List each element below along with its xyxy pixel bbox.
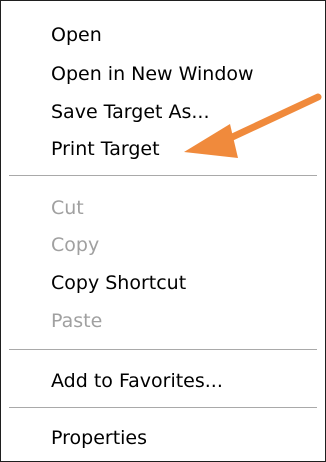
menu-item-copy-shortcut[interactable]: Copy Shortcut [51, 269, 186, 297]
menu-item-print-target[interactable]: Print Target [51, 135, 160, 163]
menu-item-add-to-favorites[interactable]: Add to Favorites... [51, 367, 223, 395]
menu-item-open[interactable]: Open [51, 21, 102, 49]
menu-item-save-target-as[interactable]: Save Target As... [51, 98, 210, 126]
menu-item-paste: Paste [51, 310, 103, 332]
menu-separator [9, 407, 317, 409]
menu-item-properties[interactable]: Properties [51, 424, 147, 452]
menu-separator [9, 349, 317, 351]
menu-item-copy: Copy [51, 234, 100, 256]
menu-separator [9, 175, 317, 177]
context-menu: Open Open in New Window Save Target As..… [0, 0, 326, 462]
menu-item-cut: Cut [51, 197, 84, 219]
menu-item-open-in-new-window[interactable]: Open in New Window [51, 60, 254, 88]
